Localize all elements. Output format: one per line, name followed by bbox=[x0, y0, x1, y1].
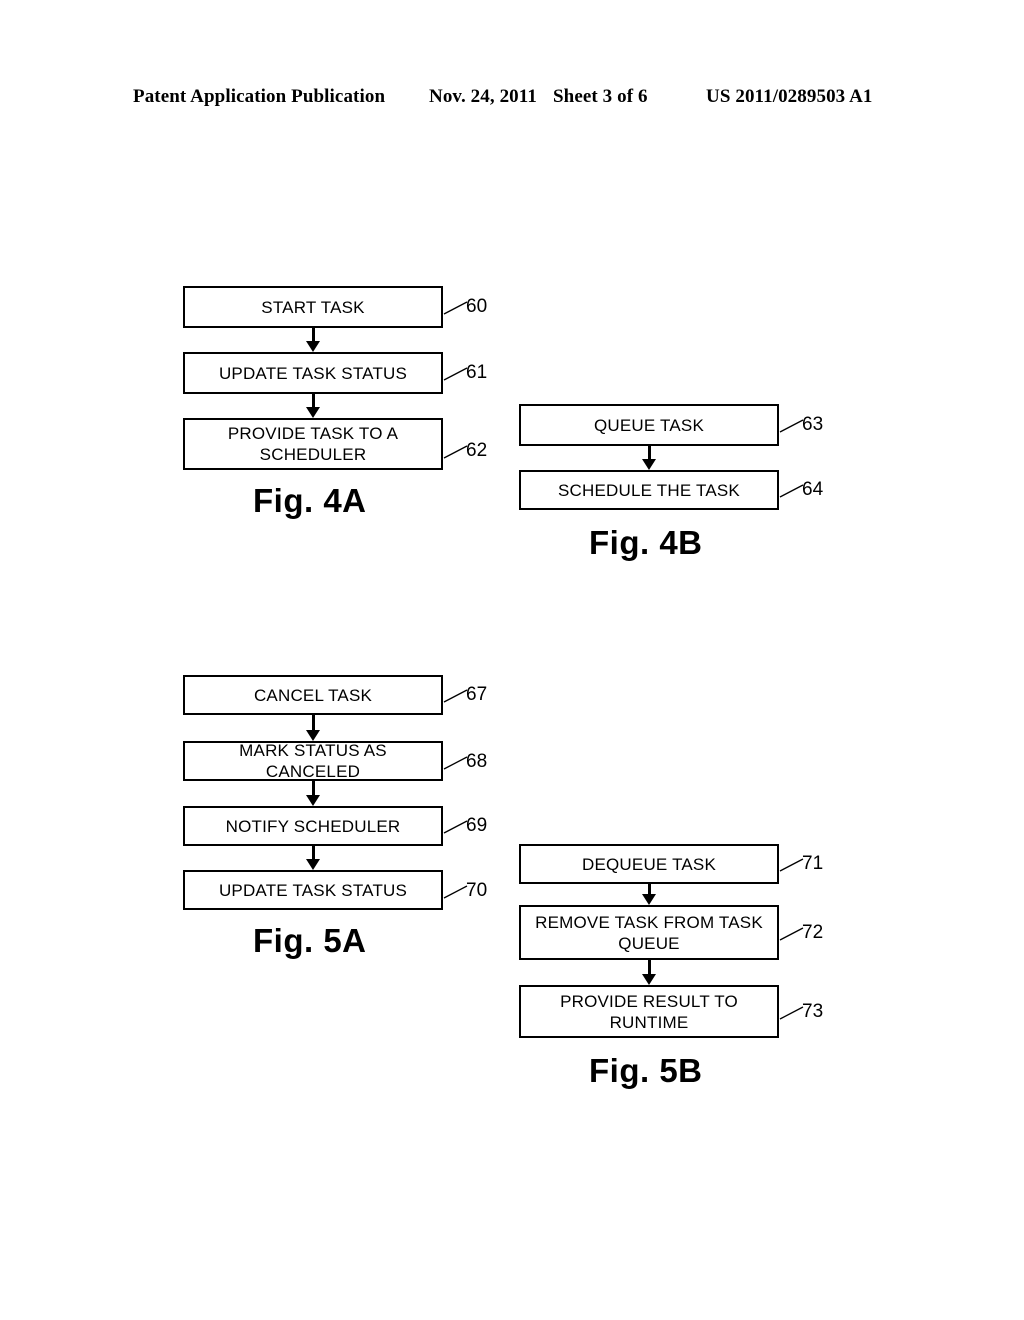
flowchart-step-label: SCHEDULE THE TASK bbox=[558, 480, 740, 500]
reference-numeral-62: 62 bbox=[466, 440, 488, 461]
flowchart-step-label: CANCEL TASK bbox=[253, 685, 373, 705]
reference-numeral-72: 72 bbox=[802, 922, 824, 943]
figure-caption-5b: Fig. 5B bbox=[589, 1052, 703, 1089]
flowchart-step-label: PROVIDE TASK TO A SCHEDULER bbox=[227, 424, 399, 464]
flow-arrow-69-70 bbox=[183, 846, 443, 870]
header-patent-number: US 2011/0289503 A1 bbox=[706, 86, 873, 107]
flowchart-step-67: CANCEL TASK bbox=[183, 675, 443, 715]
flowchart-step-label: NOTIFY SCHEDULER bbox=[225, 816, 401, 836]
flow-arrow-63-64 bbox=[519, 446, 779, 470]
flow-arrow-72-73 bbox=[519, 960, 779, 985]
flowchart-step-label: DEQUEUE TASK bbox=[581, 854, 717, 874]
header-publication-title: Patent Application Publication bbox=[133, 86, 386, 107]
reference-numeral-69: 69 bbox=[466, 815, 488, 836]
reference-numeral-70: 70 bbox=[466, 880, 488, 901]
flowchart-step-label: MARK STATUS AS CANCELED bbox=[239, 741, 387, 781]
reference-numeral-61: 61 bbox=[466, 362, 488, 383]
reference-numeral-73: 73 bbox=[802, 1001, 824, 1022]
flowchart-step-63: QUEUE TASK bbox=[519, 404, 779, 446]
figure-caption-4b: Fig. 4B bbox=[589, 524, 703, 561]
flowchart-step-73: PROVIDE RESULT TO RUNTIME bbox=[519, 985, 779, 1038]
reference-numeral-60: 60 bbox=[466, 296, 488, 317]
figure-caption-4a: Fig. 4A bbox=[253, 482, 367, 519]
flowchart-step-72: REMOVE TASK FROM TASK QUEUE bbox=[519, 905, 779, 960]
flowchart-step-70: UPDATE TASK STATUS bbox=[183, 870, 443, 910]
reference-numeral-67: 67 bbox=[466, 684, 488, 705]
flowchart-step-69: NOTIFY SCHEDULER bbox=[183, 806, 443, 846]
flow-arrow-71-72 bbox=[519, 884, 779, 905]
reference-numeral-68: 68 bbox=[466, 751, 488, 772]
page-header: Patent Application Publication Nov. 24, … bbox=[0, 86, 1024, 112]
flowchart-step-label: UPDATE TASK STATUS bbox=[218, 363, 408, 383]
flowchart-step-label: REMOVE TASK FROM TASK QUEUE bbox=[535, 912, 763, 953]
flowchart-step-label: QUEUE TASK bbox=[593, 415, 704, 435]
flow-arrow-68-69 bbox=[183, 781, 443, 806]
flow-arrow-67-68 bbox=[183, 715, 443, 741]
figure-caption-5a: Fig. 5A bbox=[253, 922, 367, 959]
header-sheet-number: Sheet 3 of 6 bbox=[553, 86, 648, 107]
flowchart-step-label: PROVIDE RESULT TO RUNTIME bbox=[560, 991, 738, 1032]
flowchart-step-68: MARK STATUS AS CANCELED bbox=[183, 741, 443, 781]
flowchart-step-label: START TASK bbox=[261, 297, 365, 317]
reference-numeral-64: 64 bbox=[802, 479, 824, 500]
header-publication-date: Nov. 24, 2011 bbox=[429, 86, 537, 107]
flowchart-step-label: UPDATE TASK STATUS bbox=[218, 880, 408, 900]
reference-numeral-63: 63 bbox=[802, 414, 824, 435]
reference-numeral-71: 71 bbox=[802, 853, 824, 874]
flowchart-step-71: DEQUEUE TASK bbox=[519, 844, 779, 884]
flowchart-step-61: UPDATE TASK STATUS bbox=[183, 352, 443, 394]
flowchart-step-60: START TASK bbox=[183, 286, 443, 328]
flow-arrow-61-62 bbox=[183, 394, 443, 418]
flowchart-step-64: SCHEDULE THE TASK bbox=[519, 470, 779, 510]
flow-arrow-60-61 bbox=[183, 328, 443, 352]
flowchart-step-62: PROVIDE TASK TO A SCHEDULER bbox=[183, 418, 443, 470]
